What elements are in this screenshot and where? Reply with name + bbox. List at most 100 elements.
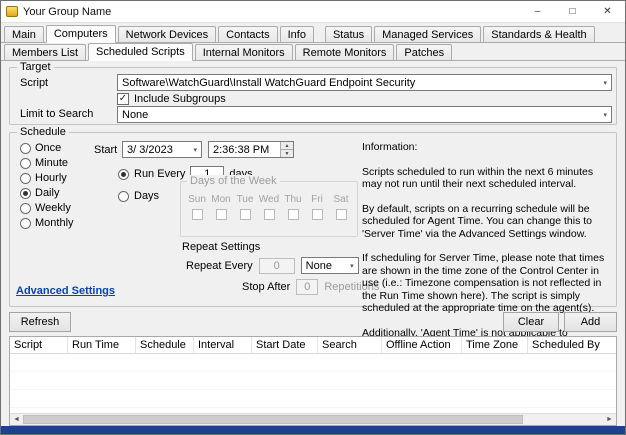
tab-main[interactable]: Main	[4, 26, 44, 42]
repeat-settings-legend: Repeat Settings	[182, 241, 261, 253]
tab-internal-monitors[interactable]: Internal Monitors	[194, 44, 293, 60]
tab-remote-monitors[interactable]: Remote Monitors	[294, 44, 395, 60]
frequency-option-hourly[interactable]: Hourly	[20, 172, 74, 184]
dow-sun-checkbox[interactable]	[191, 209, 203, 220]
frequency-option-weekly[interactable]: Weekly	[20, 202, 74, 214]
dow-label: Sat	[333, 194, 349, 205]
radio-icon	[20, 202, 31, 214]
dow-sun: Sun	[185, 194, 209, 220]
column-header-scheduled-by[interactable]: Scheduled By	[528, 337, 616, 353]
bottom-strip	[1, 426, 625, 434]
dow-thu-checkbox[interactable]	[287, 209, 299, 220]
info-paragraph: If scheduling for Server Time, please no…	[362, 252, 605, 314]
scroll-right-icon[interactable]: ►	[603, 414, 616, 425]
frequency-option-label: Monthly	[35, 217, 74, 229]
dow-wed-checkbox[interactable]	[263, 209, 275, 220]
tab-computers[interactable]: Computers	[45, 25, 116, 43]
days-radio[interactable]	[118, 190, 129, 202]
spinner-down-icon[interactable]: ▼	[281, 149, 293, 157]
clear-button[interactable]: Clear	[503, 312, 559, 332]
tab-info[interactable]: Info	[279, 26, 314, 42]
column-header-run-time[interactable]: Run Time	[68, 337, 136, 353]
dow-mon-checkbox[interactable]	[215, 209, 227, 220]
script-label: Script	[20, 77, 49, 89]
group-window: Your Group Name – □ ✕ Main Computers Net…	[0, 0, 626, 435]
repeat-every-label: Repeat Every	[186, 259, 253, 272]
radio-icon	[20, 217, 31, 229]
frequency-option-label: Weekly	[35, 202, 71, 214]
days-of-week-grid: Sun Mon Tue Wed Thu Fri Sat	[185, 194, 353, 220]
frequency-option-minute[interactable]: Minute	[20, 157, 74, 169]
days-row: Days	[118, 190, 159, 202]
spinner-up-icon[interactable]: ▲	[281, 142, 293, 149]
dow-label: Sun	[188, 194, 206, 205]
script-dropdown[interactable]: Software\WatchGuard\Install WatchGuard E…	[117, 74, 612, 91]
column-header-schedule[interactable]: Schedule	[136, 337, 194, 353]
tab-network-devices[interactable]: Network Devices	[117, 26, 217, 42]
horizontal-scrollbar[interactable]: ◄ ►	[10, 413, 616, 425]
frequency-option-daily[interactable]: Daily	[20, 187, 74, 199]
scrollbar-thumb[interactable]	[23, 415, 523, 424]
dow-mon: Mon	[209, 194, 233, 220]
column-header-search[interactable]: Search	[318, 337, 382, 353]
column-header-script[interactable]: Script	[10, 337, 68, 353]
table-header-row: Script Run Time Schedule Interval Start …	[10, 337, 616, 354]
frequency-option-monthly[interactable]: Monthly	[20, 217, 74, 229]
tab-managed-services[interactable]: Managed Services	[374, 26, 482, 42]
column-header-start-date[interactable]: Start Date	[252, 337, 318, 353]
table-row	[10, 372, 616, 390]
column-header-offline-action[interactable]: Offline Action	[382, 337, 462, 353]
start-time-value: 2:36:38 PM	[213, 143, 270, 156]
limit-to-search-dropdown[interactable]: None ▾	[117, 106, 612, 123]
run-every-radio[interactable]	[118, 168, 129, 180]
days-label: Days	[134, 190, 160, 202]
dow-thu: Thu	[281, 194, 305, 220]
repeat-settings-group: Repeat Settings Repeat Every None ▾ Stop…	[180, 241, 379, 297]
add-button[interactable]: Add	[564, 312, 617, 332]
column-header-time-zone[interactable]: Time Zone	[462, 337, 528, 353]
script-dropdown-value: Software\WatchGuard\Install WatchGuard E…	[122, 76, 416, 89]
column-header-interval[interactable]: Interval	[194, 337, 252, 353]
chevron-down-icon: ▾	[350, 262, 354, 270]
start-time-spinner[interactable]: 2:36:38 PM ▲ ▼	[208, 141, 294, 158]
refresh-button[interactable]: Refresh	[9, 312, 71, 332]
dow-fri-checkbox[interactable]	[311, 209, 323, 220]
dow-sat-checkbox[interactable]	[335, 209, 347, 220]
include-subgroups-checkbox[interactable]: ✓	[117, 93, 129, 105]
chevron-down-icon: ▾	[193, 146, 197, 154]
tab-contacts[interactable]: Contacts	[218, 26, 278, 42]
tab-patches[interactable]: Patches	[396, 44, 453, 60]
minimize-button[interactable]: –	[520, 1, 555, 22]
dow-tue-checkbox[interactable]	[239, 209, 251, 220]
table-row	[10, 390, 616, 408]
dow-label: Tue	[236, 194, 254, 205]
target-group-legend: Target	[17, 61, 54, 74]
close-button[interactable]: ✕	[590, 1, 625, 22]
include-subgroups-row[interactable]: ✓ Include Subgroups	[117, 93, 226, 105]
start-date-picker[interactable]: 3/ 3/2023 ▾	[122, 141, 202, 158]
tab-standards-health[interactable]: Standards & Health	[483, 26, 595, 42]
info-paragraph: Scripts scheduled to run within the next…	[362, 165, 594, 191]
start-date-value: 3/ 3/2023	[127, 143, 173, 156]
tab-members-list[interactable]: Members List	[4, 44, 87, 60]
information-heading: Information:	[362, 141, 418, 153]
frequency-option-once[interactable]: Once	[20, 142, 74, 154]
titlebar[interactable]: Your Group Name – □ ✕	[1, 1, 625, 23]
repeat-unit-dropdown[interactable]: None ▾	[300, 257, 359, 274]
maximize-button[interactable]: □	[555, 1, 590, 22]
repeat-unit-value: None	[305, 259, 332, 272]
dow-wed: Wed	[257, 194, 281, 220]
frequency-radio-group: Once Minute Hourly Daily Weekly Monthly	[20, 142, 74, 229]
stop-after-input[interactable]	[296, 279, 319, 295]
advanced-settings-link[interactable]: Advanced Settings	[16, 285, 115, 297]
scheduled-scripts-table: Script Run Time Schedule Interval Start …	[9, 336, 617, 426]
repeat-every-input[interactable]	[258, 257, 295, 274]
chevron-down-icon: ▾	[603, 111, 607, 119]
run-every-label: Run Every	[134, 168, 186, 180]
limit-to-search-label: Limit to Search	[20, 108, 94, 120]
scroll-left-icon[interactable]: ◄	[10, 414, 23, 425]
tab-status[interactable]: Status	[324, 26, 373, 42]
tab-scheduled-scripts[interactable]: Scheduled Scripts	[88, 43, 193, 61]
chevron-down-icon: ▾	[603, 79, 607, 87]
info-paragraph: By default, scripts on a recurring sched…	[362, 202, 592, 240]
